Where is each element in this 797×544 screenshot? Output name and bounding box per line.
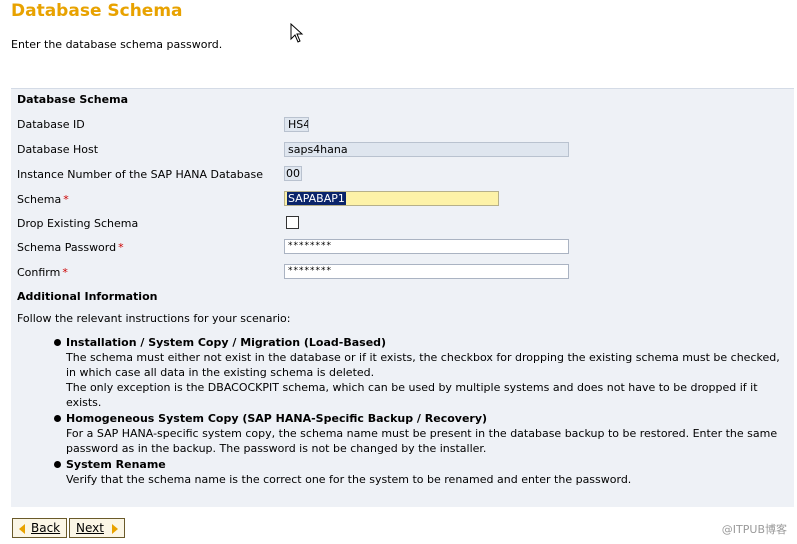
- bullet-icon: [54, 339, 61, 346]
- additional-info-title: Additional Information: [17, 290, 158, 303]
- schema-panel: Database Schema Database ID HS4 Database…: [11, 88, 794, 507]
- confirm-label: Confirm *: [17, 266, 68, 279]
- scenario-title: Installation / System Copy / Migration (…: [66, 336, 387, 349]
- mouse-pointer-icon: [290, 23, 304, 43]
- page-subtitle: Enter the database schema password.: [11, 38, 223, 51]
- instance-number-label: Instance Number of the SAP HANA Database: [17, 168, 263, 181]
- database-id-field: HS4: [284, 117, 309, 132]
- drop-schema-checkbox[interactable]: [286, 216, 299, 229]
- arrow-left-icon: [19, 523, 25, 534]
- scenario-text: The only exception is the DBACOCKPIT sch…: [66, 381, 758, 409]
- scenario-text: The schema must either not exist in the …: [66, 351, 780, 379]
- schema-label: Schema *: [17, 193, 69, 206]
- required-mark: *: [118, 241, 124, 254]
- schema-input[interactable]: SAPABAP1: [284, 191, 499, 206]
- scenario-title: System Rename: [66, 458, 166, 471]
- drop-schema-label: Drop Existing Schema: [17, 217, 139, 230]
- scenario-text: Verify that the schema name is the corre…: [66, 473, 632, 486]
- schema-input-selection: SAPABAP1: [287, 192, 346, 205]
- scenario-title: Homogeneous System Copy (SAP HANA-Specif…: [66, 412, 488, 425]
- required-mark: *: [63, 193, 69, 206]
- confirm-password-input[interactable]: ********: [284, 264, 569, 279]
- list-item: Homogeneous System Copy (SAP HANA-Specif…: [11, 411, 786, 456]
- list-item: Installation / System Copy / Migration (…: [11, 335, 786, 410]
- schema-password-input[interactable]: ********: [284, 239, 569, 254]
- section-title: Database Schema: [17, 93, 128, 106]
- back-button[interactable]: Back: [12, 518, 68, 538]
- watermark: @ITPUB博客: [721, 523, 787, 536]
- database-host-field: saps4hana: [284, 142, 569, 157]
- page-title: Database Schema: [11, 1, 183, 21]
- database-host-label: Database Host: [17, 143, 99, 156]
- additional-info-intro: Follow the relevant instructions for you…: [17, 312, 291, 325]
- bullet-icon: [54, 461, 61, 468]
- list-item: System Rename Verify that the schema nam…: [11, 457, 786, 487]
- next-button[interactable]: Next: [69, 518, 125, 538]
- database-id-label: Database ID: [17, 118, 85, 131]
- required-mark: *: [62, 266, 68, 279]
- arrow-right-icon: [111, 523, 118, 534]
- scenario-list: Installation / System Copy / Migration (…: [11, 335, 786, 488]
- bullet-icon: [54, 415, 61, 422]
- scenario-text: For a SAP HANA-specific system copy, the…: [66, 427, 778, 455]
- instance-number-field: 00: [284, 166, 302, 181]
- schema-password-label: Schema Password *: [17, 241, 124, 254]
- back-button-label: Back: [31, 521, 61, 535]
- next-button-label: Next: [76, 521, 104, 535]
